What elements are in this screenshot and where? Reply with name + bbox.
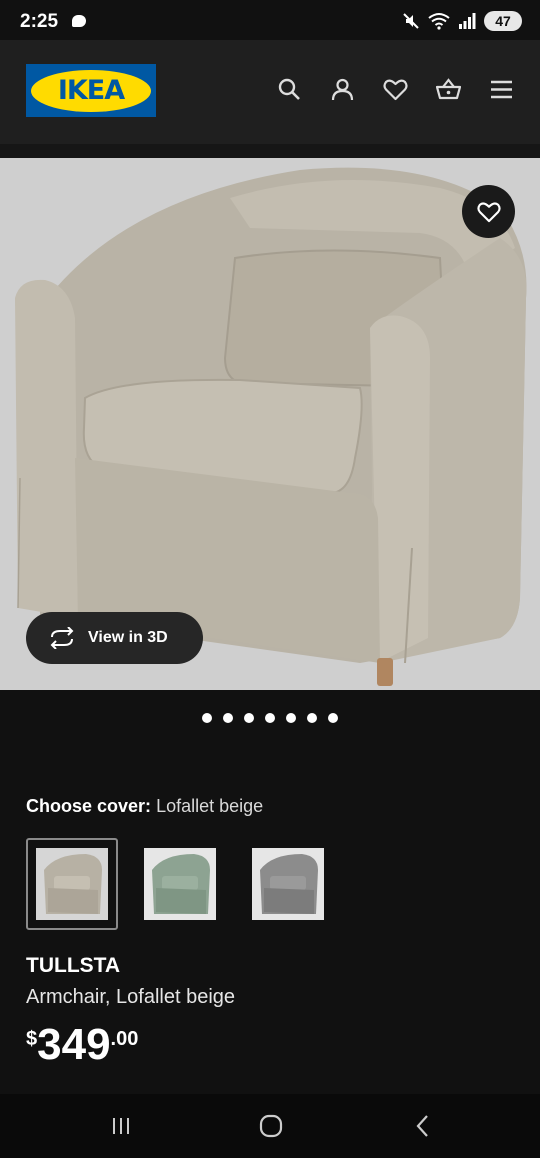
ikea-logo[interactable]: IKEA [26, 64, 156, 117]
selected-cover-value: Lofallet beige [156, 796, 264, 816]
signal-icon [459, 13, 476, 29]
home-icon[interactable] [256, 1112, 286, 1140]
cover-swatch-beige[interactable] [26, 838, 118, 930]
logo-text: IKEA [57, 75, 125, 106]
header-nav-icons [277, 77, 514, 102]
cover-swatch-green[interactable] [134, 838, 226, 930]
product-description: Armchair, Lofallet beige [26, 986, 236, 1008]
carousel-dot[interactable] [286, 713, 296, 723]
menu-icon[interactable] [489, 77, 514, 102]
search-icon[interactable] [277, 77, 302, 102]
product-price: $ 349 .00 [26, 1022, 138, 1068]
view-in-3d-button[interactable]: View in 3D [26, 612, 203, 664]
swatch-thumbnail [144, 848, 216, 920]
carousel-dot[interactable] [223, 713, 233, 723]
back-icon[interactable] [408, 1112, 438, 1140]
wifi-icon [428, 13, 450, 30]
view-in-3d-label: View in 3D [88, 629, 168, 646]
heart-icon[interactable] [383, 77, 408, 102]
choose-cover-row: Choose cover: Lofallet beige [26, 796, 263, 817]
choose-cover-label: Choose cover: [26, 796, 152, 816]
cart-icon[interactable] [436, 77, 461, 102]
rotate-3d-icon [50, 627, 74, 649]
status-icons: 47 [402, 10, 522, 32]
cover-swatches [26, 838, 334, 930]
status-bar: 2:25 47 [0, 0, 540, 40]
price-integer: 349 [37, 1020, 111, 1069]
logo-oval: IKEA [31, 69, 151, 112]
profile-icon[interactable] [330, 77, 355, 102]
battery-indicator: 47 [484, 11, 522, 31]
mute-icon [403, 13, 419, 29]
swatch-thumbnail [252, 848, 324, 920]
carousel-dot[interactable] [328, 713, 338, 723]
header-divider [0, 144, 540, 158]
price-decimal: .00 [110, 1028, 139, 1050]
image-carousel-dots [0, 713, 540, 723]
status-time: 2:25 [20, 11, 59, 32]
heart-outline-icon [476, 201, 501, 222]
swatch-thumbnail [36, 848, 108, 920]
cover-swatch-grey[interactable] [242, 838, 334, 930]
message-notification-icon [72, 15, 86, 27]
system-navigation-bar [0, 1094, 540, 1158]
carousel-dot[interactable] [244, 713, 254, 723]
price-currency: $ [26, 1028, 38, 1050]
armchair-illustration [15, 167, 527, 686]
favorite-button[interactable] [462, 185, 515, 238]
product-name: TULLSTA [26, 954, 121, 977]
recent-apps-icon[interactable] [106, 1112, 136, 1140]
carousel-dot[interactable] [265, 713, 275, 723]
app-header: IKEA [0, 40, 540, 144]
product-image[interactable] [0, 158, 540, 690]
carousel-dot[interactable] [307, 713, 317, 723]
carousel-dot[interactable] [202, 713, 212, 723]
